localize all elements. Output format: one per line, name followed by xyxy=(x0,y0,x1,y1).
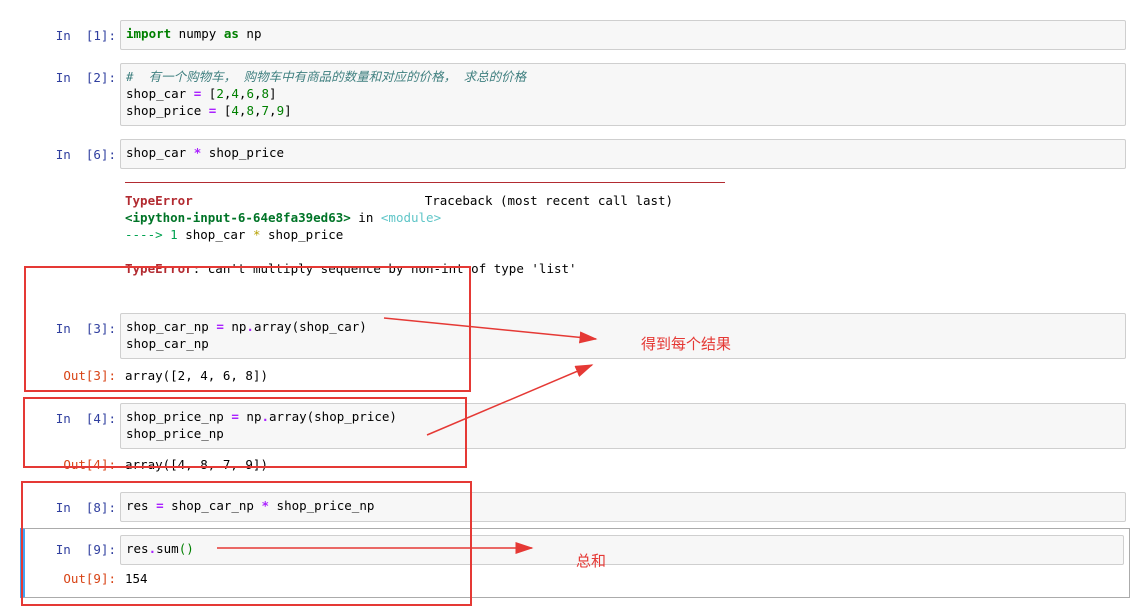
arrow-cell3 xyxy=(383,317,598,344)
annotation-arrows xyxy=(217,317,598,554)
annotation-each-result: 得到每个结果 xyxy=(641,335,732,353)
annotation-total: 总和 xyxy=(576,552,607,570)
arrow-cell4 xyxy=(426,364,594,436)
